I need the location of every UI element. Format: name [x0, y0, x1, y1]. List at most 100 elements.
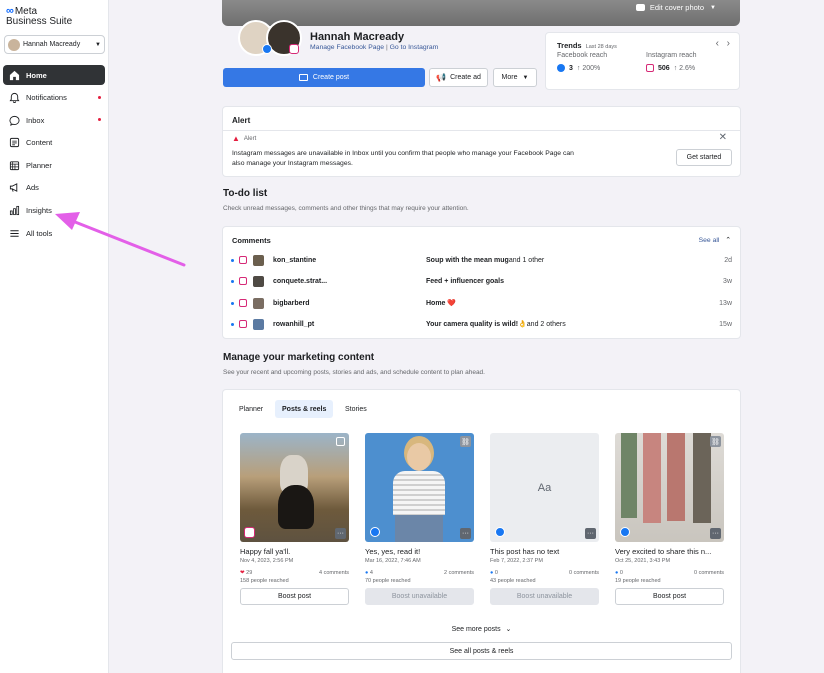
instagram-reach-label: Instagram reach	[646, 52, 697, 59]
facebook-icon	[557, 64, 565, 72]
sidebar-item-label: Home	[26, 70, 47, 80]
more-button[interactable]: More ▼	[493, 68, 537, 87]
tab-stories[interactable]: Stories	[338, 400, 374, 418]
instagram-icon	[239, 256, 247, 264]
facebook-badge-icon	[262, 44, 272, 54]
post-thumbnail	[253, 275, 264, 287]
facebook-reach: 3 ↑ 200%	[557, 64, 600, 72]
like-icon: ●	[615, 570, 619, 576]
comment-post: Feed + influencer goals	[426, 277, 504, 285]
post-card[interactable]: ··· Happy fall ya'll. Nov 4, 2023, 2:56 …	[240, 433, 349, 605]
edit-cover-button[interactable]: Edit cover photo ▼	[635, 3, 716, 12]
account-switcher[interactable]: Hannah Macready ▼	[4, 35, 105, 54]
trends-card: Trends Last 28 days ‹ › Facebook reach 3…	[545, 32, 740, 90]
sidebar-item-planner[interactable]: Planner	[3, 155, 105, 175]
create-post-button[interactable]: Create post	[223, 68, 425, 87]
post-card[interactable]: Aa ··· This post has no text Feb 7, 2022…	[490, 433, 599, 605]
get-started-button[interactable]: Get started	[676, 149, 732, 166]
comment-post: Your camera quality is wild!👌	[426, 321, 527, 328]
sidebar: ∞Meta Business Suite Hannah Macready ▼ H…	[0, 0, 109, 673]
unread-dot	[231, 301, 234, 305]
instagram-badge-icon	[289, 44, 299, 54]
sidebar-item-home[interactable]: Home	[3, 65, 105, 85]
sidebar-item-label: Notifications	[26, 93, 67, 103]
post-image[interactable]: Aa ···	[490, 433, 599, 542]
profile-avatars[interactable]	[238, 20, 302, 58]
boost-post-button[interactable]: Boost post	[240, 588, 349, 605]
page-title: Hannah Macready	[310, 31, 405, 43]
unread-dot	[231, 279, 234, 283]
see-more-label: See more posts	[451, 626, 501, 633]
megaphone-icon	[9, 183, 18, 193]
sidebar-item-content[interactable]: Content	[3, 133, 105, 153]
reaction-count: 0	[619, 570, 623, 576]
figure	[693, 433, 711, 523]
post-card[interactable]: ··· ⛓ Yes, yes, read it! Mar 16, 2022, 7…	[365, 433, 474, 605]
bell-icon	[9, 93, 20, 104]
tab-planner[interactable]: Planner	[232, 400, 270, 418]
meta-logo[interactable]: ∞Meta Business Suite	[6, 6, 72, 27]
comments-title: Comments	[232, 236, 271, 245]
post-date: Mar 16, 2022, 7:46 AM	[365, 558, 421, 564]
comment-user: conquete.strat...	[273, 277, 328, 285]
post-image[interactable]: ··· ⛓	[615, 433, 724, 542]
facebook-reach-value: 3	[569, 64, 573, 72]
see-all-comments-link[interactable]: See all ⌃	[699, 236, 731, 244]
person-legs	[395, 515, 443, 542]
instagram-icon	[239, 299, 247, 307]
comment-user: bigbarberd	[273, 299, 310, 307]
more-label: More	[501, 74, 518, 81]
boost-unavailable-button: Boost unavailable	[365, 588, 474, 605]
unread-dot	[98, 118, 101, 122]
more-options-icon[interactable]: ···	[710, 528, 721, 539]
facebook-badge-icon	[495, 527, 505, 537]
more-options-icon[interactable]: ···	[460, 528, 471, 539]
camera-icon	[635, 4, 645, 11]
sidebar-item-insights[interactable]: Insights	[3, 201, 105, 221]
post-image[interactable]: ···	[240, 433, 349, 542]
see-all-posts-button[interactable]: See all posts & reels	[231, 642, 732, 660]
alert-kind: ▲ Alert	[232, 134, 256, 143]
post-stats: ● 0 0 comments	[490, 570, 599, 576]
go-to-instagram-link[interactable]: Go to Instagram	[390, 44, 439, 51]
chat-bubble-icon	[9, 115, 20, 126]
post-image[interactable]: ··· ⛓	[365, 433, 474, 542]
tab-posts-reels[interactable]: Posts & reels	[275, 400, 334, 418]
post-stats: ● 4 2 comments	[365, 570, 474, 576]
comment-row[interactable]: kon_stantine Soup with the mean mug and …	[231, 252, 732, 268]
create-post-label: Create post	[312, 74, 350, 81]
more-options-icon[interactable]: ···	[585, 528, 596, 539]
person-head	[407, 443, 431, 471]
sidebar-item-inbox[interactable]: Inbox	[3, 110, 105, 130]
sidebar-item-ads[interactable]: Ads	[3, 178, 105, 198]
create-ad-button[interactable]: 📢 Create ad	[429, 68, 488, 87]
comment-time: 2d	[724, 256, 732, 264]
post-date: Nov 4, 2023, 2:56 PM	[240, 558, 294, 564]
unread-dot	[231, 258, 234, 262]
comment-row[interactable]: bigbarberd Home ❤️ 13w	[231, 295, 732, 311]
heart-icon: ❤	[240, 570, 245, 576]
boost-post-button[interactable]: Boost post	[615, 588, 724, 605]
sidebar-item-all-tools[interactable]: All tools	[3, 223, 105, 243]
post-card[interactable]: ··· ⛓ Very excited to share this n... Oc…	[615, 433, 724, 605]
comments-card: Comments See all ⌃ kon_stantine Soup wit…	[222, 226, 741, 339]
avatar	[8, 38, 20, 51]
todo-subtitle: Check unread messages, comments and othe…	[223, 205, 469, 212]
sidebar-item-notifications[interactable]: Notifications	[3, 88, 105, 108]
more-options-icon[interactable]: ···	[335, 528, 346, 539]
comment-row[interactable]: conquete.strat... Feed + influencer goal…	[231, 273, 732, 289]
see-more-posts-button[interactable]: See more posts ⌄	[222, 625, 741, 633]
facebook-reach-change: ↑ 200%	[576, 64, 601, 72]
sidebar-item-label: Content	[26, 138, 53, 148]
post-comments: 0 comments	[569, 570, 599, 576]
comment-row[interactable]: rowanhill_pt Your camera quality is wild…	[231, 316, 732, 332]
instagram-reach-change: ↑ 2.6%	[673, 64, 696, 72]
close-icon[interactable]: ✕	[719, 132, 727, 143]
manage-facebook-page-link[interactable]: Manage Facebook Page	[310, 44, 384, 51]
chevron-right-icon[interactable]: ›	[727, 38, 730, 49]
post-reach: 70 people reached	[365, 578, 411, 584]
post-comments: 0 comments	[694, 570, 724, 576]
post-reactions: ● 4	[365, 570, 373, 576]
chevron-left-icon[interactable]: ‹	[716, 38, 719, 49]
figure	[643, 433, 661, 523]
